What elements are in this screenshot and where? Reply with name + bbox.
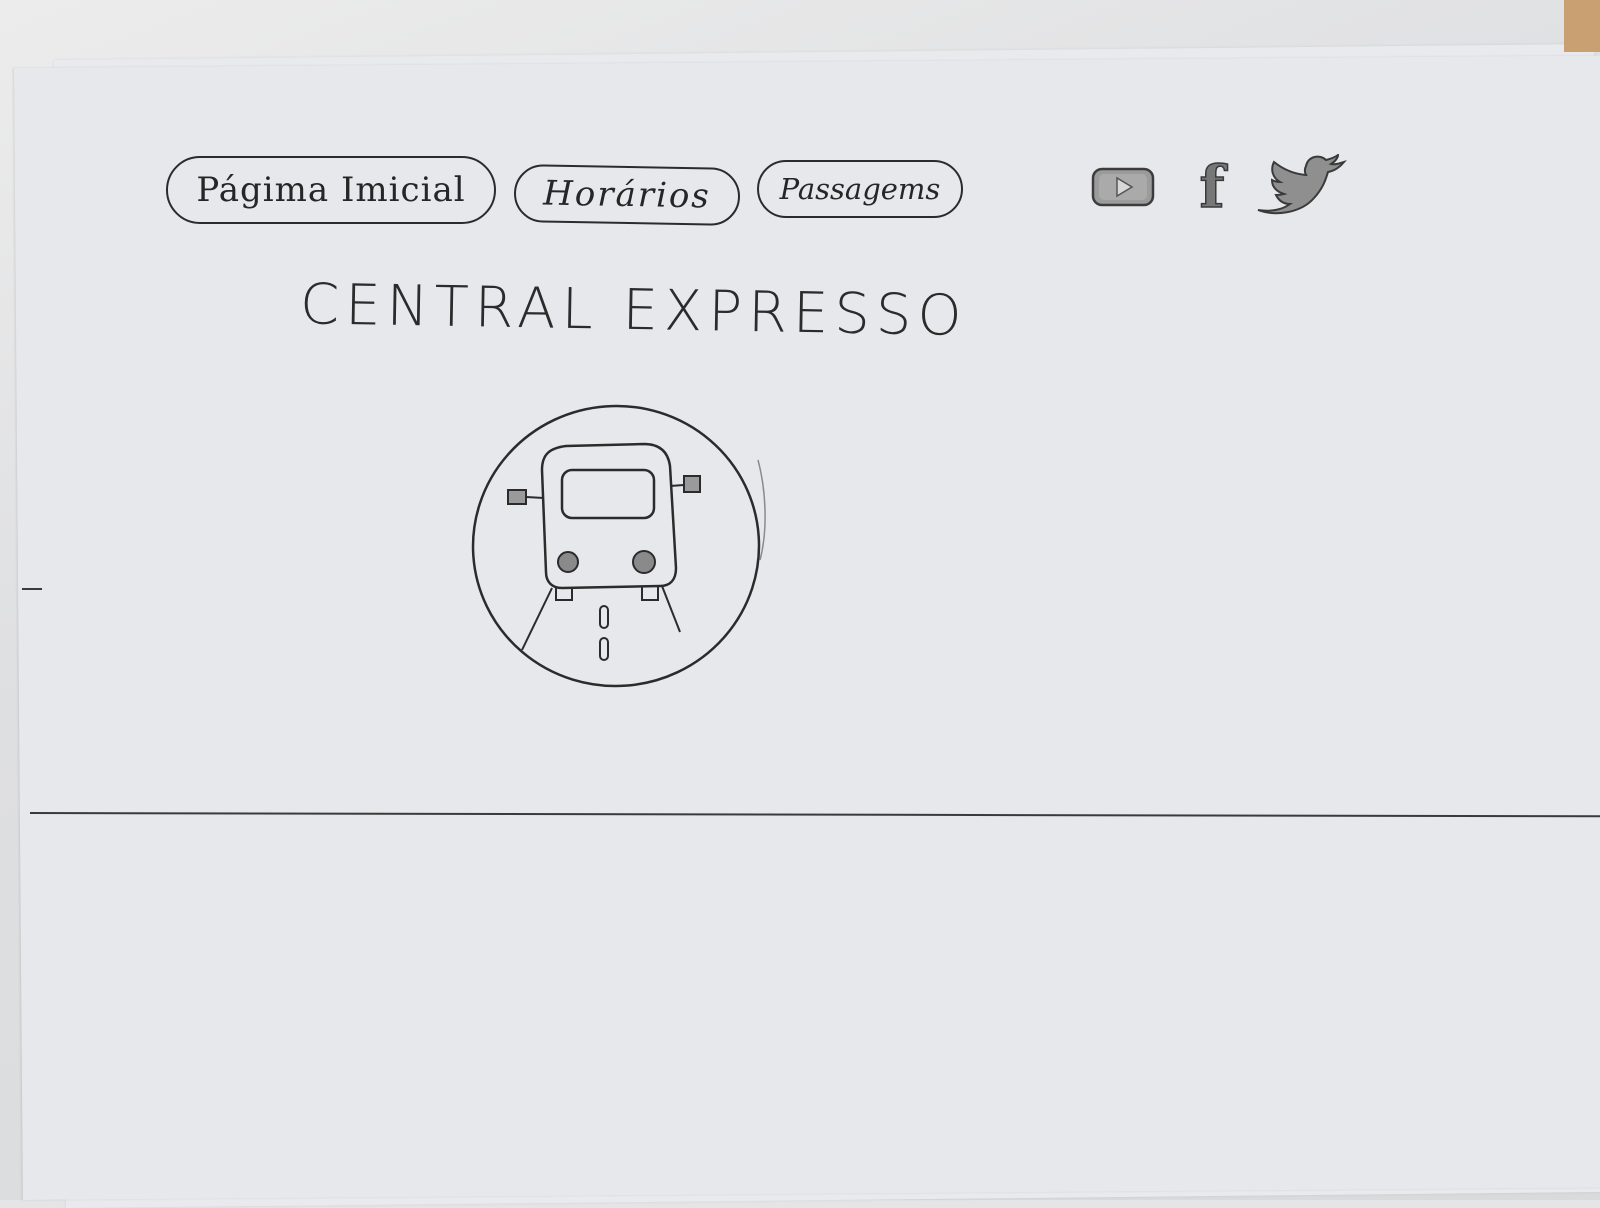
page-title: CENTRAL EXPRESSO — [299, 272, 969, 349]
nav-item-tickets[interactable]: Passagems — [757, 160, 963, 218]
twitter-link[interactable] — [1252, 152, 1352, 222]
train-icon — [507, 442, 701, 661]
youtube-link[interactable] — [1090, 152, 1156, 222]
nav-item-schedules[interactable]: Horários — [513, 164, 741, 226]
margin-mark — [22, 588, 42, 590]
facebook-link[interactable]: f — [1190, 152, 1234, 222]
nav-item-home[interactable]: Págima Imicial — [166, 156, 496, 224]
wireframe-sketch: Págima Imicial Horários Passagems f CENT… — [0, 0, 1600, 1200]
youtube-icon — [1091, 167, 1155, 207]
footer-divider — [29, 812, 1600, 818]
train-logo — [471, 404, 766, 688]
facebook-icon: f — [1199, 153, 1225, 221]
twitter-icon — [1257, 154, 1347, 215]
